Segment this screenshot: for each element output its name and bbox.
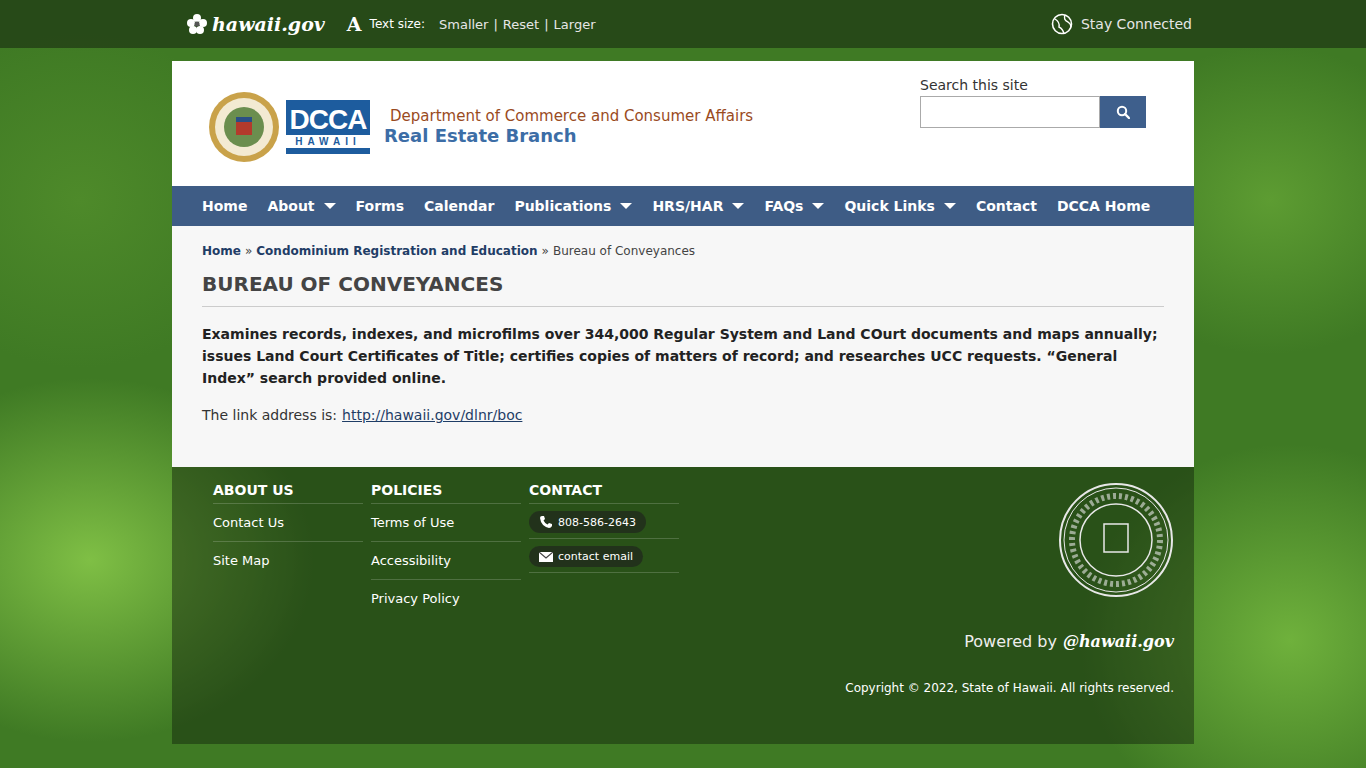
breadcrumb-link[interactable]: Condominium Registration and Education bbox=[256, 244, 537, 258]
footer-heading: POLICIES bbox=[371, 482, 521, 504]
nav-item[interactable]: Publications bbox=[504, 198, 642, 214]
branch-name[interactable]: Real Estate Branch bbox=[384, 125, 753, 146]
nav-item[interactable]: Calendar bbox=[414, 198, 504, 214]
text-size-icon: A bbox=[347, 13, 362, 35]
dcca-logo[interactable]: DCCAHAWAII bbox=[286, 100, 370, 154]
caret-icon bbox=[732, 203, 744, 209]
nav-item[interactable]: HRS/HAR bbox=[642, 198, 754, 214]
boc-link[interactable]: http://hawaii.gov/dlnr/boc bbox=[342, 407, 522, 423]
footer-heading: ABOUT US bbox=[213, 482, 363, 504]
nav-item[interactable]: Contact bbox=[966, 198, 1047, 214]
nav-item[interactable]: DCCA Home bbox=[1047, 198, 1160, 214]
caret-icon bbox=[324, 203, 336, 209]
text-size-option[interactable]: Larger bbox=[554, 17, 596, 32]
stay-connected-link[interactable]: Stay Connected bbox=[1051, 13, 1192, 35]
nav-item[interactable]: Home bbox=[192, 198, 257, 214]
text-size-option[interactable]: Smaller bbox=[439, 17, 488, 32]
flower-icon bbox=[186, 13, 208, 35]
main-nav: HomeAboutFormsCalendarPublicationsHRS/HA… bbox=[172, 186, 1194, 226]
footer-column: ABOUT USContact UsSite Map bbox=[213, 482, 363, 698]
site-footer: ABOUT USContact UsSite MapPOLICIESTerms … bbox=[172, 467, 1194, 744]
search-button[interactable] bbox=[1100, 96, 1146, 128]
footer-heading: CONTACT bbox=[529, 482, 679, 504]
footer-link[interactable]: Site Map bbox=[213, 542, 363, 579]
content: Home » Condominium Registration and Educat… bbox=[172, 226, 1194, 467]
caret-icon bbox=[944, 203, 956, 209]
caret-icon bbox=[812, 203, 824, 209]
page: hawaii.gov A Text size: Smaller | Reset | Large… bbox=[0, 0, 1366, 768]
footer-link[interactable]: Accessibility bbox=[371, 542, 521, 580]
envelope-icon bbox=[539, 552, 553, 562]
magnifier-icon bbox=[1116, 105, 1130, 119]
hawaii-gov-logo[interactable]: @hawaii.gov bbox=[1063, 632, 1174, 651]
text-size-label: Text size: bbox=[370, 17, 425, 31]
department-name: Department of Commerce and Consumer Affa… bbox=[390, 107, 753, 125]
phone-icon bbox=[539, 515, 553, 529]
caret-icon bbox=[620, 203, 632, 209]
site-search: Search this site bbox=[920, 77, 1146, 176]
page-description: Examines records, indexes, and microfilm… bbox=[202, 323, 1164, 389]
breadcrumb-separator: » bbox=[245, 244, 252, 258]
text-size-option[interactable]: Reset bbox=[503, 17, 539, 32]
copyright: Copyright © 2022, State of Hawaii. All r… bbox=[845, 681, 1174, 695]
footer-link[interactable]: Privacy Policy bbox=[371, 580, 521, 617]
email-link[interactable]: contact email bbox=[529, 546, 643, 567]
footer-column: CONTACT 808-586-2643 contact email bbox=[529, 482, 679, 698]
state-seal-icon bbox=[208, 91, 280, 163]
nav-item[interactable]: Forms bbox=[346, 198, 414, 214]
separator: | bbox=[493, 17, 497, 32]
footer-link[interactable]: Contact Us bbox=[213, 504, 363, 542]
breadcrumb: Home » Condominium Registration and Educat… bbox=[202, 244, 1164, 258]
nav-item[interactable]: About bbox=[257, 198, 345, 214]
nav-item[interactable]: Quick Links bbox=[834, 198, 965, 214]
hawaii-gov-logo[interactable]: hawaii.gov bbox=[186, 13, 325, 35]
phone-link[interactable]: 808-586-2643 bbox=[529, 511, 646, 533]
separator: | bbox=[544, 17, 548, 32]
state-seal-icon bbox=[1058, 482, 1174, 598]
search-label: Search this site bbox=[920, 77, 1146, 93]
nav-item[interactable]: FAQs bbox=[754, 198, 834, 214]
globe-icon bbox=[1051, 13, 1073, 35]
powered-by: Powered by@hawaii.gov bbox=[964, 632, 1174, 651]
search-input[interactable] bbox=[920, 96, 1100, 128]
page-title: BUREAU OF CONVEYANCES bbox=[202, 272, 1164, 307]
link-line: The link address is:http://hawaii.gov/dl… bbox=[202, 407, 1164, 423]
footer-link[interactable]: Terms of Use bbox=[371, 504, 521, 542]
breadcrumb-current: Bureau of Conveyances bbox=[553, 244, 695, 258]
top-bar: hawaii.gov A Text size: Smaller | Reset | Large… bbox=[0, 0, 1366, 48]
breadcrumb-separator: » bbox=[542, 244, 549, 258]
footer-column: POLICIESTerms of UseAccessibilityPrivacy… bbox=[371, 482, 521, 698]
site-header: DCCAHAWAII Department of Commerce and Con… bbox=[172, 61, 1194, 186]
breadcrumb-link[interactable]: Home bbox=[202, 244, 241, 258]
